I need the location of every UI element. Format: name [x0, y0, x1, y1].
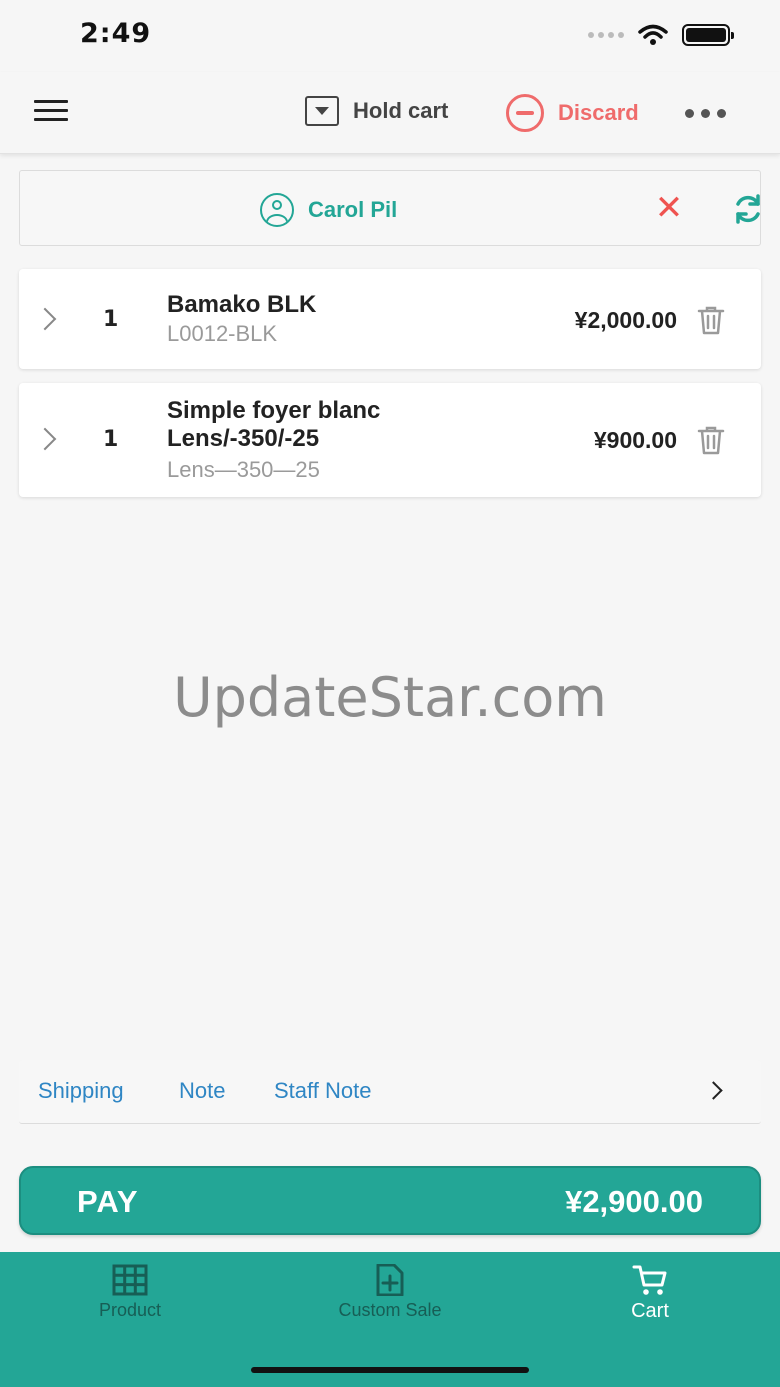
tab-product-label: Product [98, 1300, 162, 1320]
tab-cart[interactable]: Cart [550, 1264, 750, 1323]
tab-product[interactable]: Product [30, 1264, 230, 1321]
home-indicator [251, 1367, 529, 1373]
close-icon[interactable]: ✕ [652, 191, 686, 225]
chevron-right-icon[interactable] [33, 427, 57, 451]
chevron-right-icon[interactable] [33, 307, 57, 331]
menu-button[interactable] [34, 100, 68, 124]
hold-cart-button[interactable]: Hold cart [305, 96, 448, 126]
refresh-icon[interactable] [730, 191, 766, 227]
shipping-link[interactable]: Shipping [38, 1078, 124, 1104]
staff-note-link[interactable]: Staff Note [274, 1078, 371, 1104]
cart-item[interactable]: 1 Simple foyer blanc Lens/-350/-25 Lens—… [19, 383, 761, 497]
file-plus-icon [376, 1264, 404, 1296]
status-bar: 2:49 [0, 0, 780, 72]
trash-icon[interactable] [697, 305, 725, 335]
more-options-icon[interactable] [685, 109, 726, 118]
tab-custom-sale-label: Custom Sale [338, 1300, 442, 1320]
cart-toolbar: Hold cart Discard [0, 72, 780, 154]
pay-label: PAY [77, 1184, 139, 1219]
notes-bar: Shipping Note Staff Note [19, 1060, 761, 1124]
item-price: ¥2,000.00 [574, 307, 677, 333]
item-name: Bamako BLK [167, 291, 317, 318]
customer-selector[interactable]: Carol Pil [260, 193, 397, 227]
status-time: 2:49 [80, 18, 152, 49]
trash-icon[interactable] [697, 425, 725, 455]
signal-icon [588, 32, 624, 38]
battery-icon [682, 24, 734, 46]
pay-button[interactable]: PAY ¥2,900.00 [19, 1166, 761, 1235]
wifi-icon [638, 24, 668, 45]
note-link[interactable]: Note [179, 1078, 225, 1104]
item-quantity: 1 [103, 307, 119, 332]
user-icon [260, 193, 294, 227]
discard-label: Discard [558, 100, 639, 125]
tab-cart-label: Cart [631, 1300, 669, 1322]
item-sku: L0012-BLK [167, 321, 278, 346]
item-quantity: 1 [103, 427, 119, 452]
cart-icon [632, 1265, 667, 1295]
item-sku: Lens—350—25 [167, 457, 320, 482]
chevron-right-icon[interactable] [704, 1081, 723, 1100]
grid-icon [112, 1264, 148, 1296]
customer-name: Carol Pil [308, 197, 398, 222]
item-name: Simple foyer blanc Lens/-350/-25 [167, 397, 381, 452]
item-price: ¥900.00 [593, 427, 677, 453]
status-icons [588, 24, 734, 46]
minus-circle-icon [506, 94, 544, 132]
tab-custom-sale[interactable]: Custom Sale [290, 1264, 490, 1321]
hold-cart-label: Hold cart [353, 98, 449, 123]
watermark: UpdateStar.com [173, 666, 607, 729]
discard-button[interactable]: Discard [506, 94, 639, 132]
customer-bar: Carol Pil ✕ [19, 170, 761, 246]
pay-amount: ¥2,900.00 [565, 1184, 703, 1219]
hold-cart-icon [305, 96, 339, 126]
cart-item[interactable]: 1 Bamako BLK L0012-BLK ¥2,000.00 [19, 269, 761, 369]
